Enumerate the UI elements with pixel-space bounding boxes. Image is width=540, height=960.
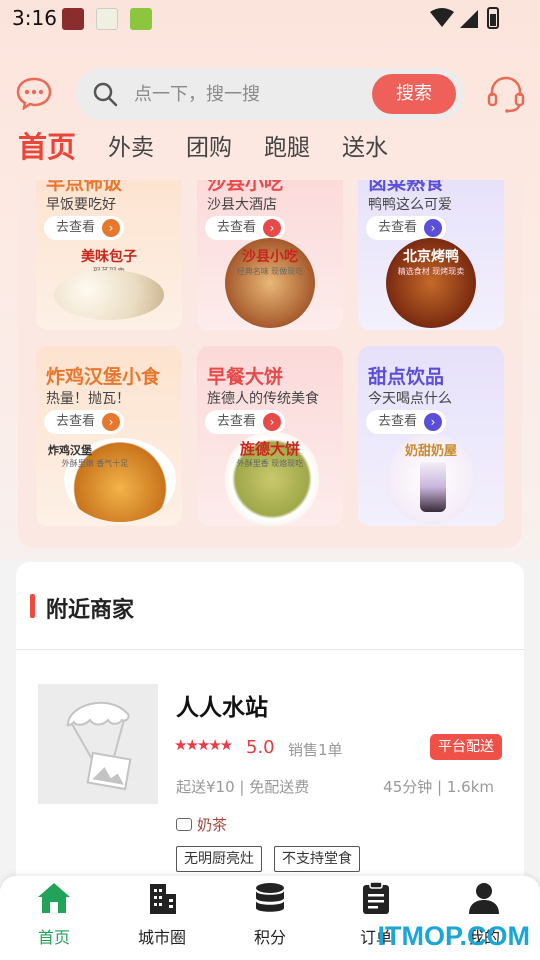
food-tag: 外酥里香 现烙现吃 — [236, 459, 304, 468]
arrow-right-icon: › — [263, 219, 281, 237]
tab-takeout[interactable]: 外卖 — [108, 128, 154, 162]
nearby-header: 附近商家 — [16, 562, 524, 650]
store-icon — [176, 818, 192, 831]
category-card-fried-chicken[interactable]: 炸鸡汉堡小食 热量！抛瓦！ 去查看 › 炸鸡汉堡 外酥里嫩 香气十足 — [36, 346, 182, 526]
status-time: 3:16 — [12, 6, 57, 30]
food-tag: 精选食材 现烤现卖 — [397, 267, 465, 276]
arrow-right-icon: › — [102, 413, 120, 431]
nav-label: 积分 — [253, 928, 286, 947]
user-icon — [469, 883, 499, 914]
shop-badge: 无明厨亮灶 — [176, 846, 262, 872]
customer-service-icon[interactable] — [486, 74, 526, 114]
go-view-button[interactable]: 去查看 › — [205, 216, 285, 240]
food-label: 奶甜奶屋 — [404, 444, 457, 459]
category-subtitle: 热量！抛瓦！ — [46, 391, 130, 407]
image-placeholder-icon — [66, 701, 132, 791]
status-bar: 3:16 — [0, 0, 540, 36]
go-view-label: 去查看 — [217, 414, 257, 429]
watermark: ITMOP.COM — [377, 921, 530, 951]
food-label: 炸鸡汉堡 — [48, 444, 92, 457]
category-card-breakfast[interactable]: 早点佈饭 早饭要吃好 去查看› 美味包子 现蒸现卖 — [36, 180, 182, 330]
category-card-shaxian[interactable]: 沙县小吃 沙县大酒店 去查看 › 沙县小吃 经典名味 现做现吃 — [197, 180, 343, 330]
go-view-label: 去查看 — [217, 220, 257, 235]
category-card-desserts[interactable]: 甜点饮品 今天喝点什么 去查看 › 奶甜奶屋 — [358, 346, 504, 526]
clipboard-icon — [363, 881, 389, 914]
shop-category: 奶茶 — [176, 814, 227, 835]
min-order-info: 起送¥10 | 免配送费 — [176, 778, 310, 796]
category-subtitle: 今天喝点什么 — [368, 391, 452, 407]
shop-name: 人人水站 — [176, 695, 268, 721]
coins-icon — [256, 883, 284, 912]
search-icon — [93, 82, 118, 107]
status-icons — [430, 7, 499, 29]
bun-image — [54, 270, 164, 320]
tab-errand[interactable]: 跑腿 — [264, 128, 310, 162]
food-tag: 经典名味 现做现吃 — [236, 267, 304, 276]
go-view-label: 去查看 — [378, 414, 418, 429]
header: 搜索 — [0, 66, 540, 122]
food-label: 北京烤鸭 — [403, 249, 459, 265]
shop-rating: 5.0 — [246, 737, 275, 758]
food-label: 沙县小吃 — [242, 249, 298, 265]
search-bar[interactable]: 搜索 — [76, 68, 464, 120]
category-subtitle: 旌德人的传统美食 — [207, 391, 319, 407]
category-subtitle: 沙县大酒店 — [207, 197, 277, 213]
nav-label: 首页 — [37, 928, 70, 947]
category-title: 炸鸡汉堡小食 — [46, 366, 161, 388]
go-view-button[interactable]: 去查看 › — [44, 216, 124, 240]
arrow-right-icon: › — [424, 219, 442, 237]
category-panel: 早点佈饭 早饭要吃好 去查看› 美味包子 现蒸现卖 沙县小吃 沙县大酒店 去查看… — [18, 180, 522, 548]
category-subtitle: 早饭要吃好 — [46, 197, 116, 213]
status-app-icon — [62, 8, 84, 30]
section-accent-bar — [30, 594, 35, 618]
shop-sales: 销售1单 — [288, 741, 343, 759]
status-app-icon — [130, 8, 152, 30]
category-title: 早餐大饼 — [207, 366, 284, 388]
category-title: 卤菜熟食 — [368, 180, 445, 194]
shop-badge: 不支持堂食 — [274, 846, 360, 872]
go-view-button[interactable]: 去查看 › — [366, 410, 446, 434]
delivery-time-distance: 45分钟 | 1.6km — [383, 778, 494, 796]
category-title: 沙县小吃 — [207, 180, 284, 194]
search-input[interactable] — [134, 80, 364, 108]
nav-label: 城市圈 — [137, 928, 186, 947]
search-button[interactable]: 搜索 — [372, 74, 456, 114]
nav-points[interactable]: 积分 — [220, 880, 320, 950]
food-label: 旌德大饼 — [239, 440, 300, 458]
go-view-button[interactable]: 去查看 › — [366, 216, 446, 240]
category-card-flatbread[interactable]: 早餐大饼 旌德人的传统美食 去查看 › 旌德大饼 外酥里香 现烙现吃 — [197, 346, 343, 526]
go-view-label: 去查看 — [56, 220, 96, 235]
food-label: 美味包子 — [81, 249, 137, 265]
category-title: 甜点饮品 — [368, 366, 445, 388]
bottom-nav: 首页 城市圈 积分 订单 我的 ITMOP.COM — [0, 876, 540, 960]
cup-image — [420, 462, 446, 512]
chat-icon[interactable] — [16, 76, 52, 110]
nearby-merchants-panel: 附近商家 人人水站 ★★★★★ 5.0 销售1单 平台配送 起送¥10 | 免配… — [16, 562, 524, 882]
category-card-braised[interactable]: 卤菜熟食 鸭鸭这么可爱 去查看 › 北京烤鸭 精选食材 现烤现卖 — [358, 180, 504, 330]
home-icon — [38, 883, 70, 913]
go-view-button[interactable]: 去查看 › — [44, 410, 124, 434]
go-view-label: 去查看 — [56, 414, 96, 429]
nav-home[interactable]: 首页 — [4, 880, 104, 950]
tab-water-delivery[interactable]: 送水 — [342, 128, 388, 162]
arrow-right-icon: › — [102, 219, 120, 237]
shop-thumbnail — [38, 684, 158, 804]
status-app-icon — [96, 8, 118, 30]
arrow-right-icon: › — [424, 413, 442, 431]
section-title: 附近商家 — [46, 598, 135, 623]
arrow-right-icon: › — [263, 413, 281, 431]
go-view-button[interactable]: 去查看 › — [205, 410, 285, 434]
go-view-label: 去查看 — [378, 220, 418, 235]
buildings-icon — [150, 884, 176, 914]
delivery-tag: 平台配送 — [430, 734, 502, 760]
category-subtitle: 鸭鸭这么可爱 — [368, 197, 452, 213]
shop-category-label: 奶茶 — [197, 816, 228, 834]
food-tag: 外酥里嫩 香气十足 — [61, 459, 129, 468]
tab-home[interactable]: 首页 — [18, 124, 76, 166]
nav-city-circle[interactable]: 城市圈 — [112, 880, 212, 950]
tab-group-buy[interactable]: 团购 — [186, 128, 232, 162]
rating-stars-icon: ★★★★★ — [174, 736, 233, 754]
category-title: 早点佈饭 — [46, 180, 123, 194]
